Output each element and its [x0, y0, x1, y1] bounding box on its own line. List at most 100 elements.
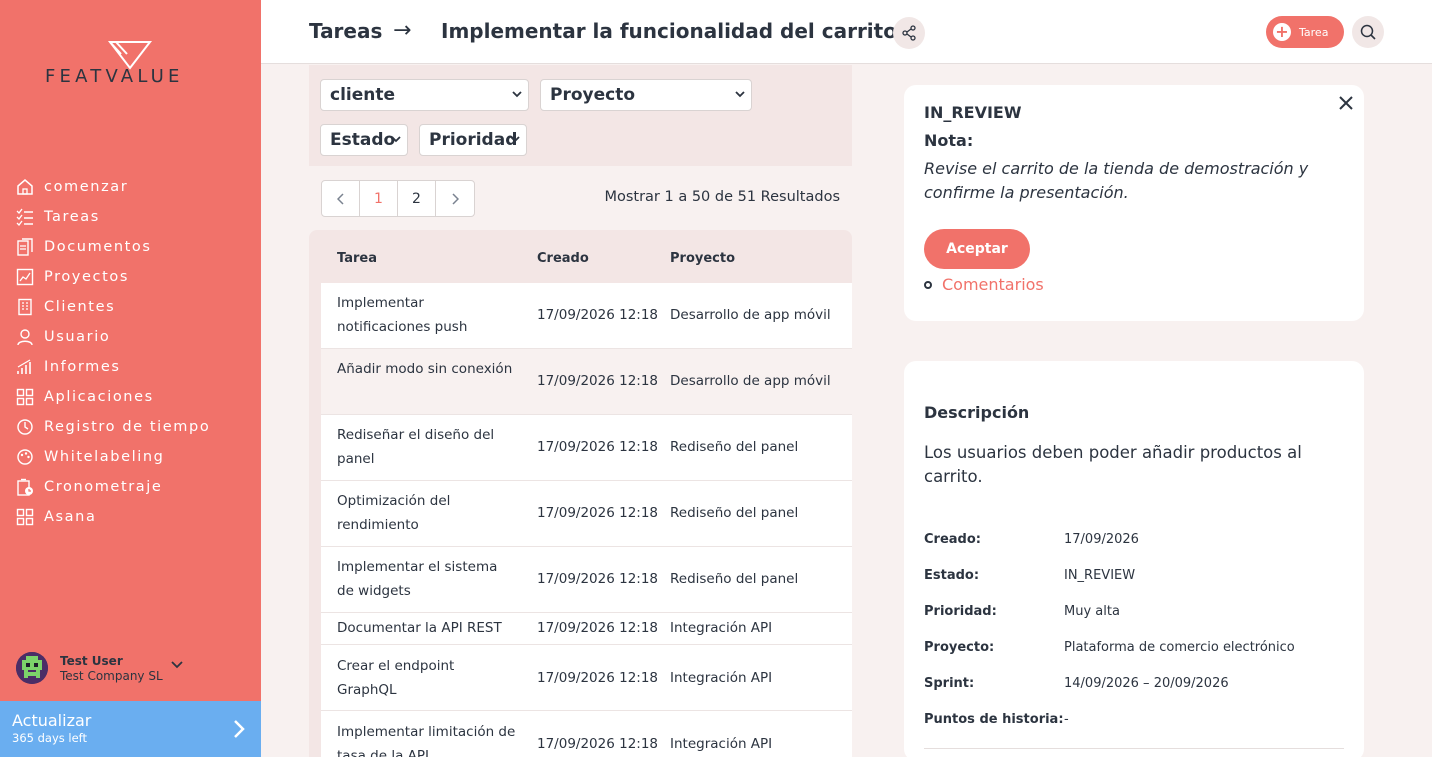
note-text: Revise el carrito de la tienda de demost…: [924, 159, 1309, 202]
user-menu[interactable]: Test User Test Company SL: [16, 652, 183, 684]
detail-label: Puntos de historia:: [924, 712, 1064, 727]
sidebar-item-label: Asana: [44, 509, 97, 525]
cell-project: Integración API: [670, 736, 773, 752]
cell-created: 17/09/2026 12:18: [537, 571, 659, 587]
bullet-icon: [924, 280, 932, 289]
client-select[interactable]: cliente: [320, 79, 529, 111]
sidebar-item-label: Cronometraje: [44, 479, 163, 495]
cell-created: 17/09/2026 12:18: [537, 439, 659, 455]
cell-created: 17/09/2026 12:18: [537, 373, 659, 389]
sidebar-item-label: comenzar: [44, 179, 129, 195]
chevron-right-icon: [452, 192, 459, 205]
detail-value: Muy alta: [1064, 604, 1120, 619]
user-info: Test User Test Company SL: [60, 654, 163, 683]
column-header-project[interactable]: Proyecto: [670, 251, 735, 266]
upgrade-subtitle: 365 days left: [12, 731, 88, 745]
detail-label: Creado:: [924, 532, 981, 547]
sidebar-item-label: Tareas: [44, 209, 100, 225]
cell-project: Integración API: [670, 620, 773, 636]
chevron-down-icon: [735, 91, 745, 98]
cell-task: Implementar limitación de tasa de la API: [337, 724, 516, 757]
chevron-down-icon: [512, 91, 522, 98]
chevron-left-icon: [336, 192, 344, 205]
sidebar-item-whitelabeling[interactable]: Whitelabeling: [16, 442, 246, 472]
accept-button[interactable]: Aceptar: [924, 229, 1030, 269]
sidebar-item-asana[interactable]: Asana: [16, 502, 246, 532]
comments-label: Comentarios: [942, 275, 1044, 294]
table-row[interactable]: Documentar la API REST 17/09/2026 12:18 …: [321, 613, 852, 645]
sidebar-item-label: Informes: [44, 359, 121, 375]
sidebar-item-aplicaciones[interactable]: Aplicaciones: [16, 382, 246, 412]
tasks-table: Tarea Creado Proyecto Implementar notifi…: [309, 230, 852, 757]
sidebar-item-tareas[interactable]: Tareas: [16, 202, 246, 232]
cell-created: 17/09/2026 12:18: [537, 505, 659, 521]
column-header-task[interactable]: Tarea: [337, 251, 377, 266]
comments-link[interactable]: Comentarios: [924, 275, 1044, 294]
sidebar-item-comenzar[interactable]: comenzar: [16, 172, 246, 202]
sidebar-item-cronometraje[interactable]: Cronometraje: [16, 472, 246, 502]
table-row[interactable]: Implementar limitación de tasa de la API…: [321, 711, 852, 757]
detail-label: Proyecto:: [924, 640, 995, 655]
detail-label: Estado:: [924, 568, 980, 583]
column-header-created[interactable]: Creado: [537, 251, 589, 266]
review-status: IN_REVIEW: [924, 103, 1022, 122]
sidebar-item-proyectos[interactable]: Proyectos: [16, 262, 246, 292]
sidebar-item-usuario[interactable]: Usuario: [16, 322, 246, 352]
priority-select[interactable]: Prioridad: [419, 124, 527, 156]
search-icon: [1360, 24, 1376, 40]
table-header: Tarea Creado Proyecto: [309, 230, 852, 283]
cell-project: Rediseño del panel: [670, 439, 799, 455]
sidebar-item-clientes[interactable]: Clientes: [16, 292, 246, 322]
table-row[interactable]: Implementar notificaciones push 17/09/20…: [321, 283, 852, 349]
tasks-icon: [16, 208, 33, 226]
new-task-label: Tarea: [1299, 25, 1329, 39]
share-icon: [902, 25, 916, 41]
home-icon: [17, 179, 33, 195]
chevron-down-icon[interactable]: [171, 661, 183, 669]
pagination: 1 2: [321, 180, 475, 217]
projects-icon: [16, 268, 34, 286]
table-row[interactable]: Crear el endpoint GraphQL 17/09/2026 12:…: [321, 645, 852, 711]
cell-task: Implementar el sistema de widgets: [337, 559, 498, 599]
sidebar-item-informes[interactable]: Informes: [16, 352, 246, 382]
breadcrumb-root[interactable]: Tareas: [309, 19, 382, 43]
review-card: IN_REVIEW Nota: Revise el carrito de la …: [904, 85, 1364, 321]
table-row[interactable]: Optimización del rendimiento 17/09/2026 …: [321, 481, 852, 547]
next-page-button[interactable]: [436, 181, 474, 216]
search-button[interactable]: [1352, 16, 1384, 48]
sidebar-item-registro-de-tiempo[interactable]: Registro de tiempo: [16, 412, 246, 442]
sidebar-item-label: Usuario: [44, 329, 111, 345]
cell-project: Desarrollo de app móvil: [670, 373, 831, 389]
table-body: Implementar notificaciones push 17/09/20…: [321, 283, 852, 757]
project-select-value: Proyecto: [550, 85, 636, 105]
detail-value: Plataforma de comercio electrónico: [1064, 640, 1295, 655]
detail-label: Sprint:: [924, 676, 975, 691]
table-row[interactable]: Implementar el sistema de widgets 17/09/…: [321, 547, 852, 613]
cell-created: 17/09/2026 12:18: [537, 736, 659, 752]
close-icon[interactable]: [1338, 89, 1354, 117]
status-select[interactable]: Estado: [320, 124, 408, 156]
page-1-button[interactable]: 1: [360, 181, 398, 216]
cell-task: Crear el endpoint GraphQL: [337, 658, 455, 698]
featvalue-logo[interactable]: FEATVALUE: [45, 40, 220, 90]
sidebar-item-label: Whitelabeling: [44, 449, 165, 465]
sidebar-item-label: Registro de tiempo: [44, 419, 211, 435]
upgrade-title: Actualizar: [12, 711, 92, 730]
sidebar-item-documentos[interactable]: Documentos: [16, 232, 246, 262]
table-row[interactable]: Rediseñar el diseño del panel 17/09/2026…: [321, 415, 852, 481]
page-2-button[interactable]: 2: [398, 181, 436, 216]
sidebar-nav: comenzar Tareas Documentos Proyectos Cli…: [16, 172, 246, 532]
share-button[interactable]: [893, 17, 925, 49]
cell-created: 17/09/2026 12:18: [537, 307, 659, 323]
upgrade-banner[interactable]: Actualizar 365 days left: [0, 701, 261, 757]
new-task-button[interactable]: + Tarea: [1266, 16, 1344, 48]
cell-task: Documentar la API REST: [337, 620, 502, 636]
prev-page-button[interactable]: [322, 181, 360, 216]
status-select-value: Estado: [330, 130, 396, 150]
clients-icon: [18, 298, 32, 316]
project-select[interactable]: Proyecto: [540, 79, 752, 111]
cell-created: 17/09/2026 12:18: [537, 620, 659, 636]
client-select-value: cliente: [330, 85, 396, 105]
chevron-right-icon: [234, 720, 245, 738]
table-row[interactable]: Añadir modo sin conexión 17/09/2026 12:1…: [321, 349, 852, 415]
